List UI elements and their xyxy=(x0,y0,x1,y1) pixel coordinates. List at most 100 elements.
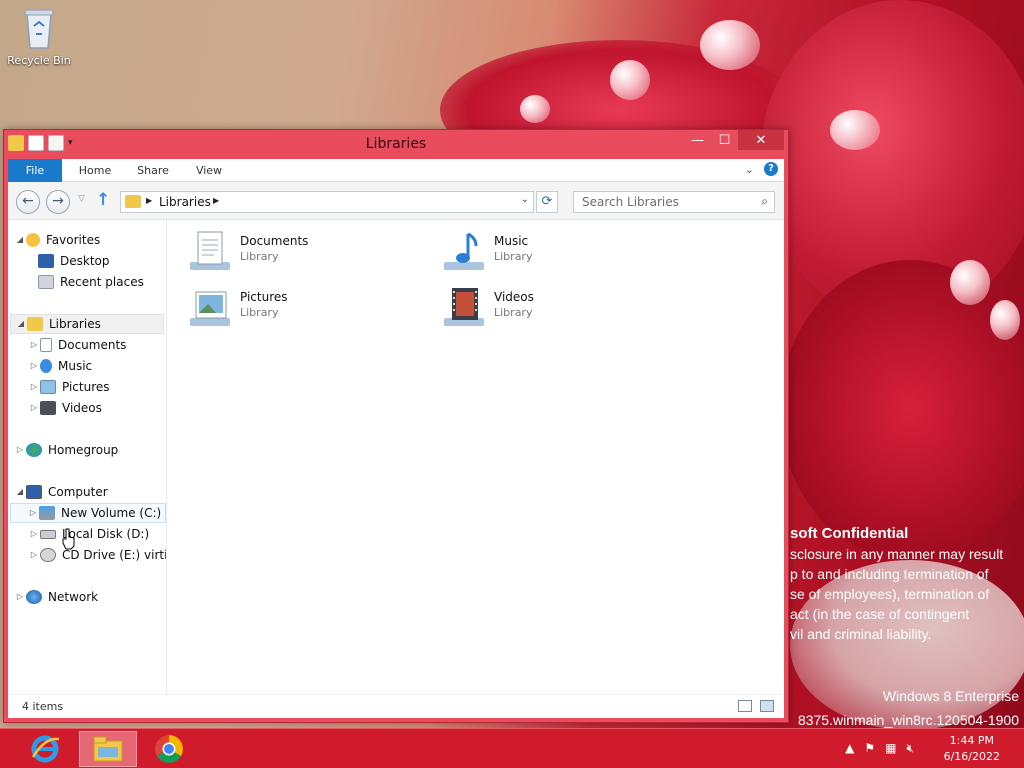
expand-arrow-icon[interactable]: ▷ xyxy=(14,587,26,607)
wallpaper-droplet xyxy=(990,300,1020,340)
library-name: Music xyxy=(494,234,529,248)
windows-version-watermark: Windows 8 Enterprise 8375.winmain_win8rc… xyxy=(798,684,1019,732)
nav-new-volume-c[interactable]: ▷ New Volume (C:) xyxy=(10,503,166,523)
forward-button[interactable]: → xyxy=(46,190,70,214)
title-bar[interactable]: ▾ Libraries — ☐ ✕ xyxy=(4,130,788,158)
tab-view[interactable]: View xyxy=(184,159,234,182)
videos-icon xyxy=(40,401,56,415)
nav-cd-drive-e[interactable]: ▷ CD Drive (E:) virtio-v xyxy=(28,545,166,565)
help-icon[interactable]: ? xyxy=(764,162,778,176)
libraries-window[interactable]: ▾ Libraries — ☐ ✕ File Home Share View ⌄… xyxy=(3,129,789,723)
tab-file[interactable]: File xyxy=(8,159,62,182)
nav-recent-places[interactable]: Recent places xyxy=(26,272,144,292)
details-view-icon[interactable] xyxy=(738,700,752,712)
library-item-videos[interactable]: Videos Library xyxy=(422,276,672,326)
network-status-icon[interactable]: ▦ xyxy=(885,741,896,756)
search-box[interactable]: ⌕ xyxy=(573,191,775,213)
nav-homegroup[interactable]: ▷ Homegroup xyxy=(14,440,118,460)
internet-explorer-taskbar-button[interactable] xyxy=(16,731,74,767)
nav-documents-label: Documents xyxy=(58,338,127,352)
expand-arrow-icon[interactable]: ▷ xyxy=(28,356,40,376)
nav-network-label: Network xyxy=(48,590,99,604)
wallpaper-droplet xyxy=(700,20,760,70)
search-icon[interactable]: ⌕ xyxy=(761,194,768,209)
file-explorer-taskbar-button[interactable] xyxy=(79,731,137,767)
collapse-arrow-icon[interactable]: ◢ xyxy=(14,482,26,502)
expand-arrow-icon[interactable]: ▷ xyxy=(28,545,40,565)
nav-computer[interactable]: ◢ Computer xyxy=(14,482,108,502)
hand-cursor-icon xyxy=(62,528,75,550)
watermark-line: p to and including termination of xyxy=(790,566,989,582)
minimize-button[interactable]: — xyxy=(684,130,711,150)
breadcrumb-separator-icon[interactable]: ▶ xyxy=(213,196,219,205)
nav-music[interactable]: ▷ Music xyxy=(28,356,92,376)
status-bar: 4 items xyxy=(8,694,784,718)
nav-new-volume-c-label: New Volume (C:) xyxy=(61,506,162,520)
documents-icon xyxy=(40,338,52,352)
nav-desktop[interactable]: Desktop xyxy=(26,251,110,271)
breadcrumb-libraries[interactable]: Libraries xyxy=(159,195,211,209)
expand-ribbon-chevron-icon[interactable]: ⌄ xyxy=(745,163,754,176)
library-item-music[interactable]: Music Library xyxy=(422,220,672,270)
maximize-button[interactable]: ☐ xyxy=(711,130,738,150)
file-list[interactable]: Documents Library Music Library Pictures… xyxy=(168,220,784,694)
network-icon xyxy=(26,590,42,604)
nav-libraries-label: Libraries xyxy=(49,317,101,331)
chrome-taskbar-button[interactable] xyxy=(140,731,198,767)
pictures-icon xyxy=(40,380,56,394)
library-item-pictures[interactable]: Pictures Library xyxy=(168,276,418,326)
expand-arrow-icon[interactable]: ▷ xyxy=(28,524,40,544)
recycle-bin-icon xyxy=(22,6,56,50)
expand-arrow-icon[interactable]: ▷ xyxy=(27,503,39,523)
library-item-documents[interactable]: Documents Library xyxy=(168,220,418,270)
address-bar[interactable]: ▶ Libraries ▶ ⌄ xyxy=(120,191,534,213)
expand-arrow-icon[interactable]: ▷ xyxy=(28,377,40,397)
large-icons-view-icon[interactable] xyxy=(760,700,774,712)
action-center-flag-icon[interactable]: ⚑ xyxy=(864,741,875,756)
tab-share[interactable]: Share xyxy=(128,159,178,182)
system-tray: ▲ ⚑ ▦ 🔇︎ xyxy=(845,741,914,756)
clock[interactable]: 1:44 PM 6/16/2022 xyxy=(944,733,1000,765)
up-arrow-icon[interactable]: ↑ xyxy=(96,190,110,210)
watermark-line: se of employees), termination of xyxy=(790,586,990,602)
clock-time: 1:44 PM xyxy=(949,734,994,747)
address-dropdown-chevron-icon[interactable]: ⌄ xyxy=(521,194,529,205)
wallpaper-petal xyxy=(780,260,1024,560)
breadcrumb-separator-icon[interactable]: ▶ xyxy=(146,196,152,205)
wallpaper-droplet xyxy=(830,110,880,150)
navigation-bar: ← → ▽ ↑ ▶ Libraries ▶ ⌄ ⟳ ⌕ xyxy=(8,182,784,220)
volume-muted-icon[interactable]: 🔇︎ xyxy=(906,741,914,756)
file-explorer-icon xyxy=(93,736,123,762)
nav-documents[interactable]: ▷ Documents xyxy=(28,335,126,355)
expand-arrow-icon[interactable]: ▷ xyxy=(14,440,26,460)
tab-home[interactable]: Home xyxy=(70,159,120,182)
nav-network[interactable]: ▷ Network xyxy=(14,587,98,607)
library-type: Library xyxy=(240,250,279,263)
navigation-pane[interactable]: ◢ Favorites Desktop Recent places ◢ Libr… xyxy=(8,220,167,694)
library-type: Library xyxy=(494,250,533,263)
nav-local-disk-d[interactable]: ▷ Local Disk (D:) xyxy=(28,524,149,544)
clock-date: 6/16/2022 xyxy=(943,750,1000,763)
expand-arrow-icon[interactable]: ▷ xyxy=(28,335,40,355)
hard-drive-icon xyxy=(40,529,56,539)
expand-arrow-icon[interactable]: ▷ xyxy=(28,398,40,418)
nav-pictures[interactable]: ▷ Pictures xyxy=(28,377,110,397)
recycle-bin-desktop-icon[interactable]: Recycle Bin xyxy=(4,6,74,67)
refresh-button[interactable]: ⟳ xyxy=(536,191,558,213)
nav-favorites-label: Favorites xyxy=(46,233,101,247)
watermark-line: sclosure in any manner may result xyxy=(790,546,1004,562)
close-button[interactable]: ✕ xyxy=(738,130,784,150)
search-input[interactable] xyxy=(582,195,752,209)
collapse-arrow-icon[interactable]: ◢ xyxy=(14,230,26,250)
back-button[interactable]: ← xyxy=(16,190,40,214)
nav-favorites[interactable]: ◢ Favorites xyxy=(14,230,100,250)
collapse-arrow-icon[interactable]: ◢ xyxy=(15,314,27,334)
taskbar: ▲ ⚑ ▦ 🔇︎ 1:44 PM 6/16/2022 xyxy=(0,728,1024,768)
desktop-icon xyxy=(38,254,54,268)
nav-libraries[interactable]: ◢ Libraries xyxy=(10,314,164,334)
internet-explorer-icon xyxy=(31,735,60,763)
watermark-line: vil and criminal liability. xyxy=(790,626,932,642)
nav-videos[interactable]: ▷ Videos xyxy=(28,398,102,418)
show-hidden-icons-chevron-icon[interactable]: ▲ xyxy=(845,741,854,756)
recent-locations-chevron-icon[interactable]: ▽ xyxy=(78,194,85,204)
